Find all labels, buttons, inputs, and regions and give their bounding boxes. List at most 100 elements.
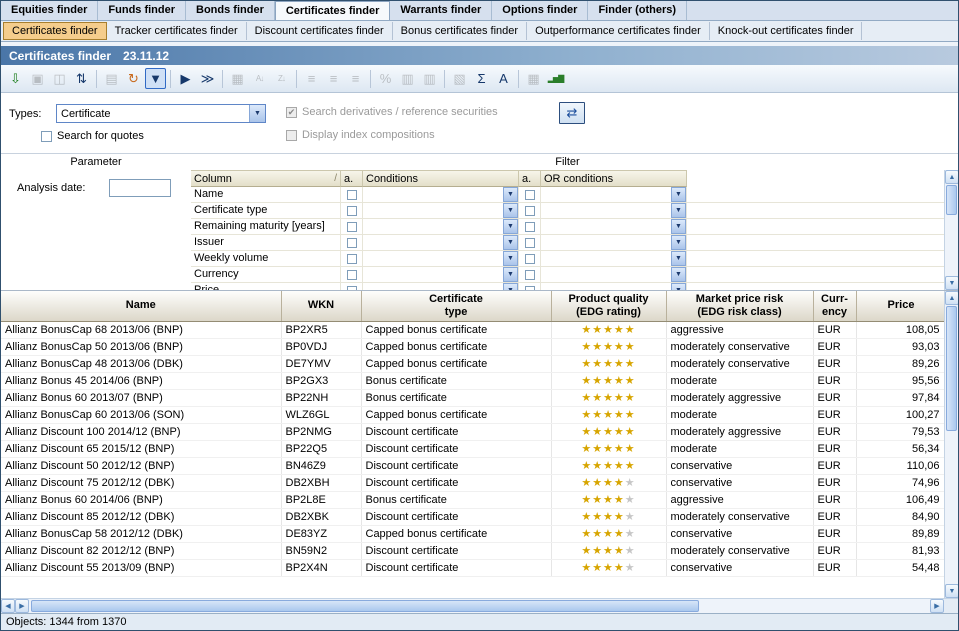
chevron-down-icon[interactable]: ▼ (671, 283, 686, 290)
tab-equities-finder[interactable]: Equities finder (1, 1, 98, 20)
table-row[interactable]: Allianz Discount 82 2012/12 (BNP)BN59N2D… (1, 542, 946, 559)
tab-options-finder[interactable]: Options finder (492, 1, 588, 20)
filter-condition-select[interactable]: ▼ (363, 251, 519, 266)
chart-icon[interactable]: ▂▅▇ (545, 68, 566, 89)
types-select[interactable]: Certificate ▼ (56, 104, 266, 123)
table-row[interactable]: Allianz Discount 65 2015/12 (BNP)BP22Q5D… (1, 440, 946, 457)
checkbox-icon[interactable] (347, 254, 357, 264)
chevron-down-icon[interactable]: ▼ (503, 251, 518, 266)
tab-warrants-finder[interactable]: Warrants finder (390, 1, 492, 20)
filter-condition-select[interactable]: ▼ (363, 267, 519, 282)
transfer-icon[interactable]: ⇅ (71, 68, 92, 89)
table-row[interactable]: Allianz Discount 85 2012/12 (DBK)DB2XBKD… (1, 508, 946, 525)
table-row[interactable]: Allianz BonusCap 50 2013/06 (BNP)BP0VDJC… (1, 338, 946, 355)
checkbox-icon[interactable] (347, 238, 357, 248)
column-header-market-price-risk-edg-risk-class[interactable]: Market price risk (EDG risk class) (666, 291, 813, 321)
chevron-down-icon[interactable]: ▼ (671, 203, 686, 218)
checkbox-icon[interactable] (525, 190, 535, 200)
analysis-date-input[interactable] (109, 179, 171, 197)
subtab-tracker-certificates-finder[interactable]: Tracker certificates finder (107, 22, 247, 40)
checkbox-icon[interactable] (525, 238, 535, 248)
filter-condition-select[interactable]: ▼ (363, 203, 519, 218)
column-header-price[interactable]: Price (856, 291, 946, 321)
results-scrollbar[interactable]: ▲ ▼ (944, 291, 958, 598)
filter-or-condition-select[interactable]: ▼ (541, 219, 687, 234)
table-row[interactable]: Allianz Discount 100 2014/12 (BNP)BP2NMG… (1, 423, 946, 440)
chevron-down-icon[interactable]: ▼ (503, 267, 518, 282)
column-header-product-quality-edg-rating[interactable]: Product quality (EDG rating) (551, 291, 666, 321)
filter-scrollbar[interactable]: ▲ ▼ (944, 170, 958, 290)
table-row[interactable]: Allianz Bonus 45 2014/06 (BNP)BP2GX3Bonu… (1, 372, 946, 389)
tab-funds-finder[interactable]: Funds finder (98, 1, 186, 20)
filter-header-conditions-2[interactable]: Conditions (363, 170, 519, 187)
checkbox-icon[interactable] (525, 222, 535, 232)
chevron-down-icon[interactable]: ▼ (671, 267, 686, 282)
table-row[interactable]: Allianz Discount 75 2012/12 (DBK)DB2XBHD… (1, 474, 946, 491)
import-icon[interactable]: ⇩ (5, 68, 26, 89)
table-row[interactable]: Allianz Bonus 60 2013/07 (BNP)BP22NHBonu… (1, 389, 946, 406)
subtab-certificates-finder[interactable]: Certificates finder (3, 22, 107, 40)
chevron-down-icon[interactable]: ▼ (249, 105, 265, 122)
horizontal-scrollbar-track[interactable] (29, 599, 930, 614)
chevron-down-icon[interactable]: ▼ (503, 283, 518, 290)
filter-condition-select[interactable]: ▼ (363, 283, 519, 290)
step-forward-icon[interactable]: ▶ (175, 68, 196, 89)
column-header-curr-ency[interactable]: Curr- ency (813, 291, 856, 321)
scroll-left-icon[interactable]: ◀ (1, 599, 15, 613)
scroll-up-icon[interactable]: ▲ (945, 170, 959, 184)
chevron-down-icon[interactable]: ▼ (503, 203, 518, 218)
checkbox-icon[interactable] (525, 254, 535, 264)
table-row[interactable]: Allianz BonusCap 48 2013/06 (DBK)DE7YMVC… (1, 355, 946, 372)
start-search-button[interactable]: ⇄ (559, 102, 585, 124)
chevron-down-icon[interactable]: ▼ (671, 187, 686, 202)
filter-condition-select[interactable]: ▼ (363, 187, 519, 202)
checkbox-icon[interactable] (347, 206, 357, 216)
filter-scrollbar-thumb[interactable] (946, 185, 957, 215)
table-row[interactable]: Allianz Discount 55 2013/09 (BNP)BP2X4ND… (1, 559, 946, 576)
subtab-knock-out-certificates-finder[interactable]: Knock-out certificates finder (710, 22, 863, 40)
chevron-down-icon[interactable]: ▼ (671, 219, 686, 234)
filter-or-condition-select[interactable]: ▼ (541, 235, 687, 250)
font-icon[interactable]: A (493, 68, 514, 89)
checkbox-icon[interactable] (41, 131, 52, 142)
filter-or-condition-select[interactable]: ▼ (541, 203, 687, 218)
table-row[interactable]: Allianz BonusCap 60 2013/06 (SON)WLZ6GLC… (1, 406, 946, 423)
filter-condition-select[interactable]: ▼ (363, 235, 519, 250)
checkbox-icon[interactable] (347, 190, 357, 200)
checkbox-icon[interactable] (347, 222, 357, 232)
filter-or-condition-select[interactable]: ▼ (541, 187, 687, 202)
checkbox-icon[interactable] (347, 270, 357, 280)
filter-condition-select[interactable]: ▼ (363, 219, 519, 234)
scroll-right-icon[interactable]: ▶ (930, 599, 944, 613)
checkbox-icon[interactable] (525, 206, 535, 216)
horizontal-scrollbar[interactable]: ◀ ▶ ▶ (1, 598, 958, 613)
chevron-down-icon[interactable]: ▼ (671, 251, 686, 266)
checkbox-icon[interactable] (525, 270, 535, 280)
refresh-icon[interactable]: ↻ (123, 68, 144, 89)
chevron-down-icon[interactable]: ▼ (503, 219, 518, 234)
chevron-down-icon[interactable]: ▼ (503, 187, 518, 202)
search-for-quotes-checkbox[interactable]: Search for quotes (41, 130, 144, 142)
chevron-down-icon[interactable]: ▼ (503, 235, 518, 250)
filter-or-condition-select[interactable]: ▼ (541, 283, 687, 290)
step-end-icon[interactable]: ≫ (197, 68, 218, 89)
horizontal-scrollbar-thumb[interactable] (31, 600, 699, 612)
column-header-name[interactable]: Name (1, 291, 281, 321)
results-scrollbar-track[interactable] (945, 305, 958, 584)
filter-or-condition-select[interactable]: ▼ (541, 251, 687, 266)
sum-icon[interactable]: Σ (471, 68, 492, 89)
filter-icon[interactable]: ▼ (145, 68, 166, 89)
scroll-down-icon[interactable]: ▼ (945, 276, 959, 290)
scroll-up-icon[interactable]: ▲ (945, 291, 958, 305)
table-row[interactable]: Allianz BonusCap 58 2012/12 (DBK)DE83YZC… (1, 525, 946, 542)
scroll-right-icon[interactable]: ▶ (15, 599, 29, 613)
subtab-bonus-certificates-finder[interactable]: Bonus certificates finder (393, 22, 527, 40)
filter-or-condition-select[interactable]: ▼ (541, 267, 687, 282)
filter-scrollbar-track[interactable] (945, 184, 958, 276)
filter-header-or-conditions-4[interactable]: OR conditions (541, 170, 687, 187)
table-row[interactable]: Allianz Discount 50 2012/12 (BNP)BN46Z9D… (1, 457, 946, 474)
tab-bonds-finder[interactable]: Bonds finder (186, 1, 275, 20)
column-header-wkn[interactable]: WKN (281, 291, 361, 321)
table-row[interactable]: Allianz Bonus 60 2014/06 (BNP)BP2L8EBonu… (1, 491, 946, 508)
tab-certificates-finder[interactable]: Certificates finder (275, 1, 391, 20)
